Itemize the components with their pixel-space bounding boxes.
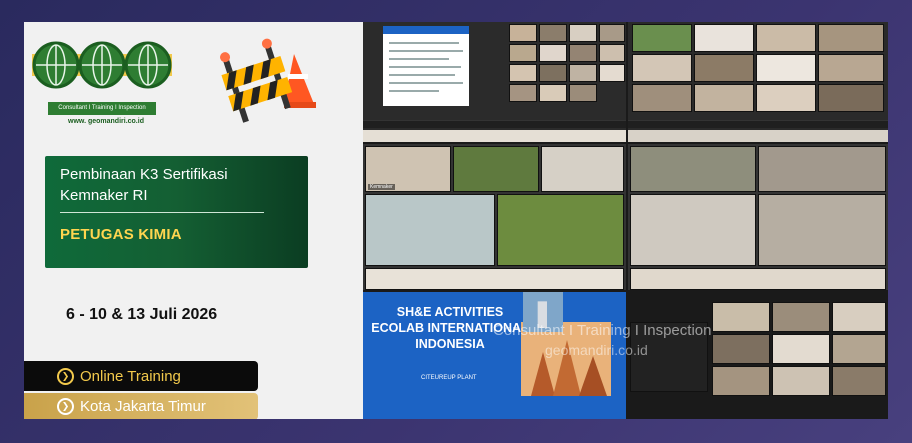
slide-subtitle: CITEUREUP PLANT <box>421 375 477 381</box>
promo-card: Consultant I Training I Inspection www. … <box>24 22 888 419</box>
training-date: 6 - 10 & 13 Juli 2026 <box>66 306 218 323</box>
screenshot-gallery-grid <box>628 22 888 142</box>
screenshot-participants-3 <box>628 292 888 419</box>
screenshot-participants-2 <box>628 144 888 290</box>
chevron-right-circle-icon: ❯ <box>57 367 74 385</box>
screenshot-participants-1: Kemnaker <box>363 144 626 290</box>
program-title: Pembinaan K3 Sertifikasi Kemnaker RI <box>60 166 228 204</box>
location-badge: ❯ Kota Jakarta Timur <box>24 393 258 419</box>
divider <box>60 212 264 213</box>
watermark-url: geomandiri.co.id <box>545 342 648 358</box>
location-label: Kota Jakarta Timur <box>80 398 206 415</box>
company-logo: Consultant I Training I Inspection www. … <box>28 30 198 130</box>
program-box: Pembinaan K3 Sertifikasi Kemnaker RI PET… <box>45 156 308 268</box>
watermark-tagline: Consultant I Training I Inspection <box>493 322 712 339</box>
road-barrier-icon <box>220 38 316 123</box>
program-subtitle: PETUGAS KIMIA <box>60 226 182 243</box>
screenshot-shared-document <box>363 22 626 142</box>
globe-logo-icon <box>32 41 172 89</box>
training-photo-collage: Kemnaker SH&E ACTIVITIES ECOLAB INTERNAT… <box>363 22 888 419</box>
chevron-right-circle-icon: ❯ <box>57 398 74 415</box>
mode-label: Online Training <box>80 367 181 385</box>
mode-badge: ❯ Online Training <box>24 361 258 391</box>
logo-tagline: Consultant I Training I Inspection <box>48 102 156 115</box>
logo-url: www. geomandiri.co.id <box>68 118 144 125</box>
